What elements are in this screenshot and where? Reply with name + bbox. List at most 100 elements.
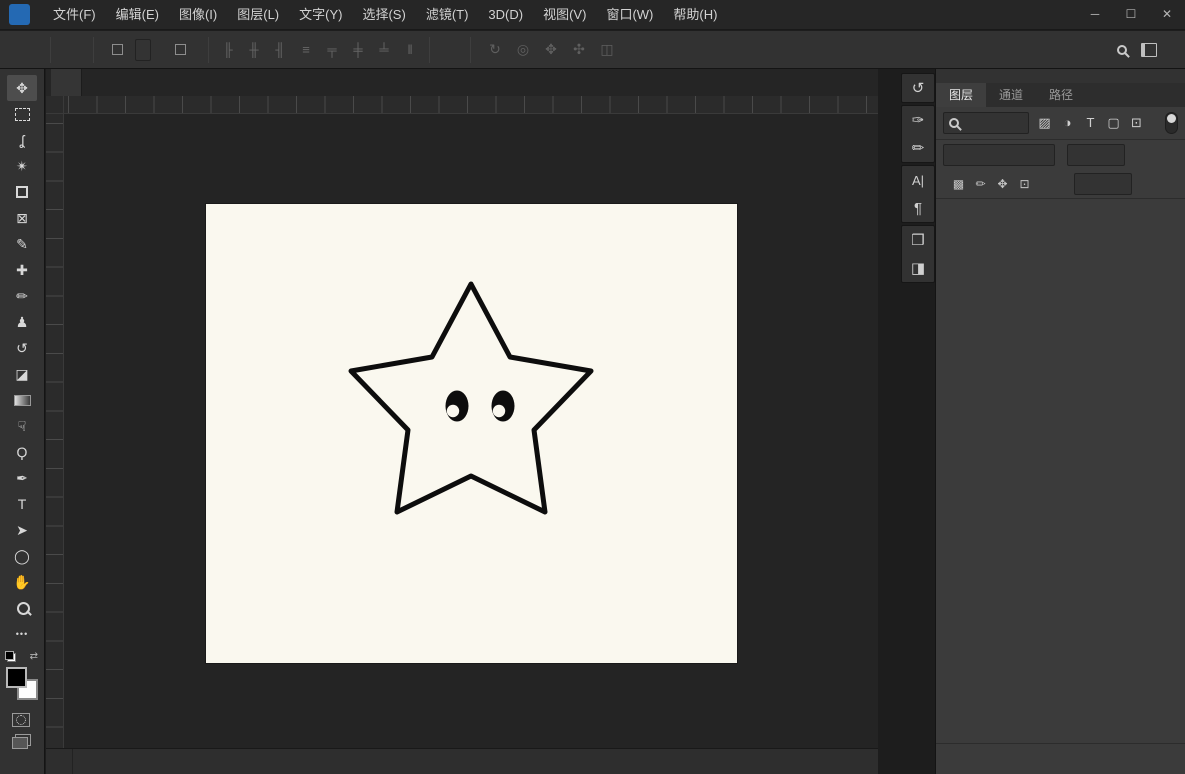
search-icon[interactable] [1117, 44, 1127, 55]
tool-button[interactable]: Ϙ [7, 439, 37, 465]
panel-tab[interactable]: 通道 [986, 83, 1036, 107]
panel-icon[interactable]: ❒ [902, 226, 934, 254]
align-icon[interactable]: ╫ [243, 42, 265, 57]
right-eye-highlight [492, 404, 506, 418]
tool-button[interactable]: ✚ [7, 257, 37, 283]
align-icon[interactable]: ≡ [295, 42, 317, 57]
auto-select-dropdown[interactable] [135, 38, 151, 61]
more-options-icon[interactable] [438, 37, 462, 63]
tool-bar: ✥ ʆ ✴ ⊠ ✎ ✚ ✏ ♟ ↺ ◪ ☟ Ϙ ✒ T ➤ ◯ ✋ ••• ⇄ [0, 69, 45, 774]
lock-option-icon[interactable]: ⊡ [1017, 177, 1032, 191]
lock-option-icon[interactable] [1039, 177, 1054, 191]
align-icon[interactable]: ╢ [269, 42, 291, 57]
tool-button[interactable]: ◪ [7, 361, 37, 387]
tool-button[interactable]: T [7, 491, 37, 517]
menu-item[interactable]: 3D(D) [478, 0, 533, 30]
filter-icon[interactable]: ◑ [1059, 115, 1076, 131]
panel-menu-icon[interactable] [1176, 83, 1185, 107]
panel-icon[interactable]: ¶ [902, 194, 934, 222]
panel-icon[interactable]: ✑ [902, 106, 934, 134]
menu-item[interactable]: 图层(L) [227, 0, 289, 30]
window-control-button[interactable]: ☐ [1113, 0, 1149, 29]
menu-item[interactable]: 选择(S) [352, 0, 415, 30]
panel-icon[interactable]: ↺ [902, 74, 934, 102]
window-control-button[interactable]: ─ [1077, 0, 1113, 29]
lock-option-icon[interactable]: ▩ [951, 177, 966, 191]
quick-mask-icon[interactable] [12, 713, 30, 727]
tool-button[interactable] [7, 387, 37, 413]
menu-item[interactable]: 文字(Y) [289, 0, 352, 30]
lock-option-icon[interactable]: ✥ [995, 177, 1010, 191]
tool-button[interactable] [7, 595, 37, 621]
tool-button[interactable]: ↺ [7, 335, 37, 361]
foreground-color-swatch[interactable] [6, 667, 27, 688]
filter-type-dropdown[interactable] [943, 112, 1029, 134]
align-icon[interactable]: ╟ [217, 42, 239, 57]
tool-button[interactable]: ➤ [7, 517, 37, 543]
opacity-dropdown[interactable] [1067, 144, 1125, 166]
tool-button[interactable]: ✎ [7, 231, 37, 257]
filter-icon[interactable]: T [1082, 115, 1099, 131]
menu-item[interactable]: 帮助(H) [663, 0, 727, 30]
tool-button[interactable] [7, 101, 37, 127]
tool-button[interactable]: ☟ [7, 413, 37, 439]
tool-button[interactable]: ✏ [7, 283, 37, 309]
menu-item[interactable]: 滤镜(T) [416, 0, 479, 30]
tool-button[interactable] [7, 179, 37, 205]
collapse-panel-icon[interactable] [936, 69, 1185, 83]
fill-dropdown[interactable] [1074, 173, 1132, 195]
panel-tab[interactable]: 路径 [1036, 83, 1086, 107]
tool-button[interactable]: ✴ [7, 153, 37, 179]
panel-tab[interactable]: 图层 [936, 83, 987, 107]
tool-button[interactable]: ♟ [7, 309, 37, 335]
canvas[interactable] [206, 204, 737, 663]
filter-icon[interactable]: ⊡ [1128, 115, 1145, 131]
filter-icon[interactable]: ▨ [1036, 115, 1053, 131]
options-bar: ╟ ╫ ╢ ≡ ╤ ╪ ╧ ‖ ↻ ◎ ✥ ✣ ◫ [0, 31, 1185, 69]
menu-item[interactable]: 编辑(E) [106, 0, 169, 30]
swap-colors-icon[interactable]: ⇄ [30, 651, 38, 662]
menu-item[interactable]: 图像(I) [169, 0, 227, 30]
tool-button[interactable]: ✒ [7, 465, 37, 491]
menu-item[interactable]: 文件(F) [43, 0, 106, 30]
ruler-corner[interactable] [46, 96, 64, 114]
panel-icon[interactable]: ✏ [902, 134, 934, 162]
document-window [46, 96, 878, 748]
tool-button[interactable]: ⊠ [7, 205, 37, 231]
tool-button[interactable]: ◯ [7, 543, 37, 569]
mode-3d-icon: ✥ [545, 41, 557, 57]
mode-3d-icon: ◫ [600, 41, 614, 57]
align-icon[interactable]: ╧ [373, 42, 395, 57]
ruler-top[interactable] [64, 96, 878, 114]
panel-icon[interactable]: A| [902, 166, 934, 194]
align-icon[interactable]: ‖ [399, 42, 421, 57]
align-buttons: ╟ ╫ ╢ ≡ ╤ ╪ ╧ ‖ [217, 42, 421, 57]
align-icon[interactable]: ╤ [321, 42, 343, 57]
tool-button[interactable]: ••• [7, 621, 37, 647]
document-tab[interactable] [51, 69, 82, 96]
blend-mode-row [936, 140, 1185, 170]
lock-option-icon[interactable]: ✏ [973, 177, 988, 191]
auto-select-checkbox[interactable] [112, 44, 123, 55]
align-icon[interactable]: ╪ [347, 42, 369, 57]
ruler-left[interactable] [46, 114, 64, 748]
filter-icon[interactable]: ▢ [1105, 115, 1122, 131]
menu-item[interactable]: 窗口(W) [596, 0, 663, 30]
menu-item[interactable]: 视图(V) [533, 0, 596, 30]
filter-toggle[interactable] [1165, 112, 1178, 134]
tool-button[interactable]: ✥ [7, 75, 37, 101]
blend-mode-dropdown[interactable] [943, 144, 1055, 166]
show-transform-checkbox[interactable] [175, 44, 186, 55]
tool-button[interactable]: ✋ [7, 569, 37, 595]
status-bar [46, 748, 878, 774]
default-colors-icon[interactable] [5, 651, 16, 662]
screen-mode-icon[interactable] [12, 737, 28, 749]
home-icon[interactable] [18, 37, 42, 63]
move-tool-preset-icon[interactable] [59, 37, 83, 63]
workspace-icon[interactable] [1141, 42, 1157, 57]
window-control-button[interactable]: ✕ [1149, 0, 1185, 29]
zoom-level-field[interactable] [46, 749, 73, 774]
tool-button[interactable]: ʆ [7, 127, 37, 153]
panel-icon[interactable]: ◨ [902, 254, 934, 282]
layer-list-empty-area [936, 199, 1185, 519]
